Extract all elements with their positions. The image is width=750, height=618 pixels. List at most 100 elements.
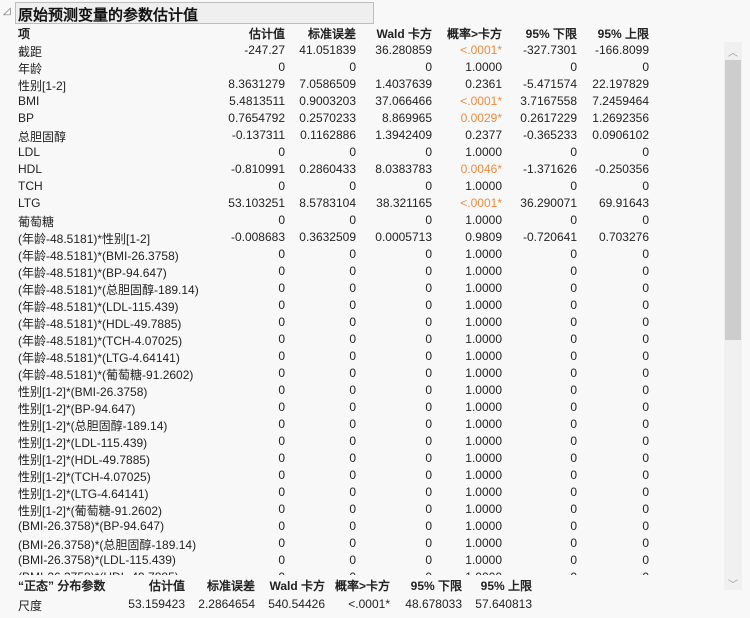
upper-95-cell: 0 (642, 417, 649, 431)
std-error-cell: 标准误差 (206, 579, 255, 593)
upper-95-cell: 7.2459464 (592, 94, 649, 108)
scroll-up-icon[interactable]: ︿ (725, 44, 741, 59)
table-row: (年龄-48.5181)*性别[1-2] -0.008683 0.3632509 0.… (0, 230, 720, 247)
table-row: LDL 0 0 0 1.0000 0 0 (0, 145, 720, 162)
lower-95-cell: 3.7167558 (520, 94, 577, 108)
lower-95-cell: -1.371626 (522, 162, 577, 176)
lower-95-cell: 36.290071 (520, 196, 577, 210)
table-row: (年龄-48.5181)*(葡萄糖-91.2602) 0 0 0 1.0000 0 0 (0, 366, 720, 383)
wald-chisq-cell: 8.869965 (381, 111, 432, 125)
upper-95-cell: 95% 上限 (597, 27, 649, 41)
prob-chisq-cell: 1.0000 (465, 247, 502, 261)
term-cell: (BMI-26.3758)*(LDL-115.439) (18, 553, 176, 567)
table-row: 性别[1-2]*(TCH-4.07025) 0 0 0 1.0000 0 0 (0, 468, 720, 485)
upper-95-cell: 0 (642, 247, 649, 261)
table-row: 性别[1-2]*(LDL-115.439) 0 0 0 1.0000 0 0 (0, 434, 720, 451)
table-row: 性别[1-2]*(BMI-26.3758) 0 0 0 1.0000 0 0 (0, 383, 720, 400)
std-error-cell: 0.1162886 (300, 128, 356, 142)
table-row: 性别[1-2]*(LTG-4.64141) 0 0 0 1.0000 0 0 (0, 485, 720, 502)
scroll-down-icon[interactable]: ﹀ (725, 576, 741, 591)
collapse-triangle-icon[interactable]: ◿ (3, 6, 11, 17)
table-row: 性别[1-2] 8.3631279 7.0586509 1.4037639 0.2361… (0, 77, 720, 94)
std-error-cell: 0 (349, 502, 356, 516)
prob-chisq-cell: <.0001* (460, 43, 502, 57)
table-row: (BMI-26.3758)*(HDL-49.7885) 0 0 0 1.0000 0 0 (0, 570, 720, 575)
std-error-cell: 0 (349, 536, 356, 550)
std-error-cell: 0 (349, 468, 356, 482)
upper-95-cell: 0 (642, 315, 649, 329)
std-error-cell: 0 (349, 298, 356, 312)
std-error-cell: 0 (349, 213, 356, 227)
prob-chisq-cell: 0.2377 (465, 128, 502, 142)
table-row: 性别[1-2]*(HDL-49.7885) 0 0 0 1.0000 0 0 (0, 451, 720, 468)
prob-chisq-cell: 1.0000 (465, 383, 502, 397)
std-error-cell: 0 (349, 519, 356, 533)
term-cell: 性别[1-2] (18, 79, 67, 93)
wald-chisq-cell: 0 (425, 451, 432, 465)
lower-95-cell: 0 (570, 247, 577, 261)
lower-95-cell: 0 (570, 179, 577, 193)
term-cell: HDL (18, 162, 43, 176)
prob-chisq-cell: 0.0046* (460, 162, 502, 176)
term-cell: 总胆固醇 (18, 130, 67, 144)
wald-chisq-cell: 0 (425, 213, 432, 227)
table-row: (年龄-48.5181)*(HDL-49.7885) 0 0 0 1.0000 0 0 (0, 315, 720, 332)
lower-95-cell: 0 (570, 213, 577, 227)
prob-chisq-cell: 1.0000 (465, 553, 502, 567)
prob-chisq-cell: 0.0029* (460, 111, 502, 125)
wald-chisq-cell: Wald 卡方 (376, 27, 432, 41)
dist-header: “正态” 分布参数 估计值 标准误差 Wald 卡方 概率>卡方 95% 下限 95% 上限 (0, 577, 720, 594)
upper-95-cell: 0 (642, 281, 649, 295)
table-row: BP 0.7654792 0.2570233 8.869965 0.0029* 0.261… (0, 111, 720, 128)
wald-chisq-cell: 0 (425, 519, 432, 533)
table-row: (BMI-26.3758)*(LDL-115.439) 0 0 0 1.0000 0 0 (0, 553, 720, 570)
table-row: (BMI-26.3758)*(BP-94.647) 0 0 0 1.0000 0 0 (0, 519, 720, 536)
estimate-cell: 0 (278, 400, 285, 414)
std-error-cell: 0 (349, 179, 356, 193)
upper-95-cell: -166.8099 (594, 43, 649, 57)
table-row: (年龄-48.5181)*(BMI-26.3758) 0 0 0 1.0000 0 0 (0, 247, 720, 264)
upper-95-cell: 0 (642, 366, 649, 380)
estimate-cell: 0 (278, 332, 285, 346)
term-cell: (年龄-48.5181)*(BMI-26.3758) (18, 249, 179, 263)
term-cell: 性别[1-2]*(LDL-115.439) (18, 436, 148, 450)
table-row: (BMI-26.3758)*(总胆固醇-189.14) 0 0 0 1.0000 0 0 (0, 536, 720, 553)
std-error-cell: 0 (349, 400, 356, 414)
term-cell: 性别[1-2]*(HDL-49.7885) (18, 453, 151, 467)
estimate-cell: 0 (278, 281, 285, 295)
scrollbar-thumb[interactable] (725, 60, 741, 340)
std-error-cell: 0 (349, 366, 356, 380)
wald-chisq-cell: 1.4037639 (375, 77, 432, 91)
prob-chisq-cell: 1.0000 (465, 179, 502, 193)
prob-chisq-cell: 1.0000 (465, 451, 502, 465)
lower-95-cell: 0 (570, 264, 577, 278)
upper-95-cell: 0 (642, 451, 649, 465)
table-row: 葡萄糖 0 0 0 1.0000 0 0 (0, 213, 720, 230)
estimate-cell: 估计值 (148, 579, 185, 593)
std-error-cell: 7.0586509 (299, 77, 356, 91)
lower-95-cell: 95% 下限 (525, 27, 577, 41)
prob-chisq-cell: 1.0000 (465, 213, 502, 227)
term-cell: (年龄-48.5181)*(LDL-115.439) (18, 300, 179, 314)
upper-95-cell: 0.0906102 (592, 128, 649, 142)
term-cell: 葡萄糖 (18, 215, 55, 229)
prob-chisq-cell: 1.0000 (465, 145, 502, 159)
upper-95-cell: 0 (642, 553, 649, 567)
lower-95-cell: 0 (570, 570, 577, 575)
prob-chisq-cell: 0.2361 (465, 77, 502, 91)
term-cell: (BMI-26.3758)*(总胆固醇-189.14) (18, 538, 197, 552)
upper-95-cell: 22.197829 (592, 77, 649, 91)
wald-chisq-cell: 0 (425, 366, 432, 380)
std-error-cell: 0 (349, 281, 356, 295)
table-row: 年龄 0 0 0 1.0000 0 0 (0, 60, 720, 77)
term-cell: TCH (18, 179, 43, 193)
upper-95-cell: 0 (642, 213, 649, 227)
term-cell: (年龄-48.5181)*(TCH-4.07025) (18, 334, 183, 348)
estimate-cell: -0.137311 (231, 128, 285, 142)
estimate-cell: 0 (278, 519, 285, 533)
upper-95-cell: 1.2692356 (592, 111, 649, 125)
upper-95-cell: 0 (642, 434, 649, 448)
wald-chisq-cell: 0 (425, 434, 432, 448)
prob-chisq-cell: 1.0000 (465, 485, 502, 499)
upper-95-cell: 0 (642, 519, 649, 533)
